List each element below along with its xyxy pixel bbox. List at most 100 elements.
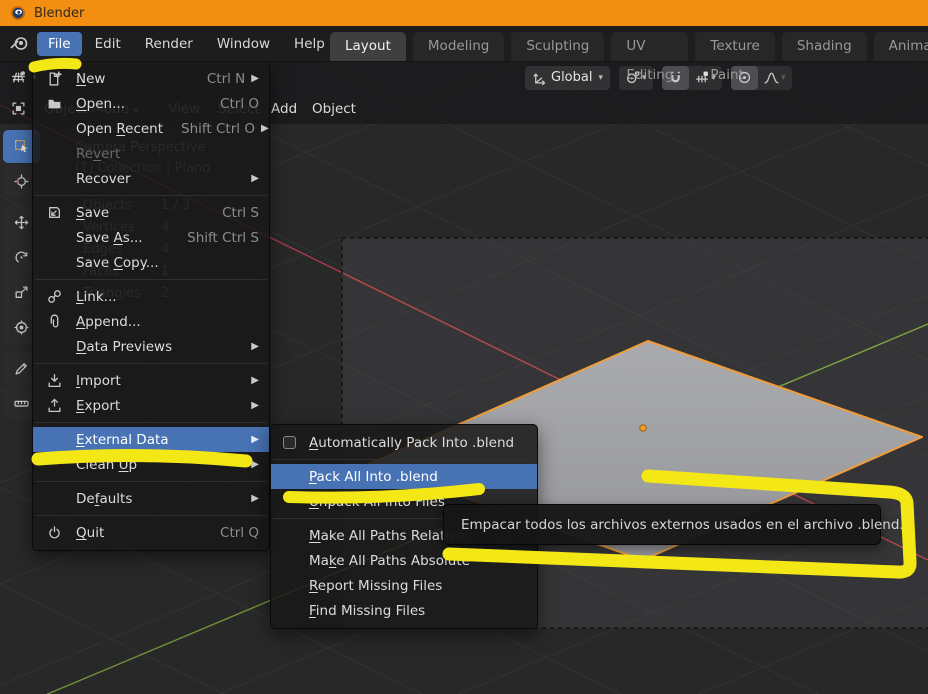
menu-item-label: Find Missing Files [309,602,426,619]
menu-item-label: Open... [76,95,125,112]
menu-item-label: Make All Paths Absolute [309,552,470,569]
menu-item-label: Recover [76,170,131,187]
menu-file[interactable]: File [37,31,82,56]
mode-icon-button[interactable] [4,97,33,121]
menu-separator [35,422,267,423]
cursor-icon [14,174,29,189]
menu-item-label: Pack All Into .blend [309,468,438,485]
file-menu-item-quit[interactable]: Quit Ctrl Q [33,520,269,545]
submenu-arrow-icon: ▶ [251,459,259,470]
tab-sculpting[interactable]: Sculpting [511,32,605,61]
menu-item-label: Make All Paths Relative [309,527,466,544]
add-menu[interactable]: Add [271,101,297,117]
submenu-arrow-icon: ▶ [251,434,259,445]
editor-3d-viewport-icon [11,70,26,85]
file-menu-item-save[interactable]: Save Ctrl S [33,200,269,225]
quit-icon [46,524,62,540]
export-icon [46,397,62,413]
tab-modeling[interactable]: Modeling [412,32,505,61]
menu-help[interactable]: Help [283,32,336,56]
file-menu-dropdown: New Ctrl N ▶ Open... Ctrl O Open Recent Shift … [32,60,270,551]
menu-separator [35,363,267,364]
blender-logo-icon [10,5,26,21]
menu-separator [35,481,267,482]
menu-item-label: Data Previews [76,338,173,355]
tab-layout[interactable]: Layout [330,32,406,61]
menu-separator [35,279,267,280]
tab-texture-paint[interactable]: Texture Paint [695,32,775,83]
move-icon [14,215,29,230]
orientation-label: Global [551,70,593,85]
file-menu-item-recover[interactable]: Recover ▶ [33,166,269,191]
titlebar: Blender [0,0,928,26]
tooltip-text: Empacar todos los archivos externos usad… [461,516,904,533]
measure-icon [14,396,29,411]
blender-menu-icon[interactable] [10,36,29,51]
menu-item-label: Save As... [76,229,143,246]
menu-window[interactable]: Window [206,32,281,56]
tab-shading[interactable]: Shading [781,32,867,61]
menu-item-label: Quit [76,524,105,541]
shortcut-label: Shift Ctrl O [181,120,255,137]
object-menu[interactable]: Object [312,101,356,117]
transform-icon [14,320,29,335]
open-icon [46,95,62,111]
file-menu-item-export[interactable]: Export ▶ [33,393,269,418]
tooltip: Empacar todos los archivos externos usad… [443,504,904,545]
file-menu-item-open[interactable]: Open... Ctrl O [33,91,269,116]
file-menu-item-save-copy[interactable]: Save Copy... [33,250,269,275]
menu-render[interactable]: Render [134,32,204,56]
checkbox-unchecked[interactable] [283,436,296,449]
menu-edit[interactable]: Edit [84,32,132,56]
menu-item-label: Automatically Pack Into .blend [309,434,515,451]
external-data-item-find-missing-files[interactable]: Find Missing Files [271,598,537,623]
shortcut-label: Ctrl O [220,95,259,112]
import-icon [46,372,62,388]
save-icon [46,204,62,220]
file-menu-item-external-data[interactable]: External Data ▶ [33,427,269,452]
object-mode-icon [11,101,26,116]
menu-item-label: Open Recent [76,120,164,137]
external-data-item-pack-all-into-blend[interactable]: Pack All Into .blend [271,464,537,489]
proportional-falloff-dropdown[interactable]: ▾ [758,66,792,90]
submenu-arrow-icon: ▶ [251,73,259,84]
external-data-item-report-missing-files[interactable]: Report Missing Files [271,573,537,598]
shortcut-label: Ctrl S [222,204,259,221]
file-menu-item-defaults[interactable]: Defaults ▶ [33,486,269,511]
window-title: Blender [34,5,85,21]
submenu-arrow-icon: ▶ [251,400,259,411]
menu-item-label: New [76,70,106,87]
file-menu-item-revert: Revert [33,141,269,166]
file-menu-item-open-recent[interactable]: Open Recent Shift Ctrl O ▶ [33,116,269,141]
menu-item-label: Save Copy... [76,254,159,271]
menu-item-label: Defaults [76,490,133,507]
menu-item-label: Report Missing Files [309,577,443,594]
external-data-item-automatically-pack-into-blend[interactable]: Automatically Pack Into .blend [271,430,537,455]
tab-uv-editing[interactable]: UV Editing [611,32,689,83]
file-menu-item-link[interactable]: Link... [33,284,269,309]
submenu-arrow-icon: ▶ [260,123,269,134]
file-menu-item-clean-up[interactable]: Clean Up ▶ [33,452,269,477]
transform-orientation-dropdown[interactable]: Global ▾ [525,65,611,90]
rotate-icon [14,250,29,265]
chevron-down-icon: ▾ [781,72,786,83]
menu-separator [35,195,267,196]
menu-item-label: Import [76,372,121,389]
submenu-arrow-icon: ▶ [251,493,259,504]
file-menu-item-data-previews[interactable]: Data Previews ▶ [33,334,269,359]
file-menu-item-save-as[interactable]: Save As... Shift Ctrl S [33,225,269,250]
menu-item-label: Append... [76,313,141,330]
menu-item-label: External Data [76,431,169,448]
select-box-icon [14,139,29,154]
file-menu-item-append[interactable]: Append... [33,309,269,334]
orientation-axes-icon [532,70,547,85]
menu-item-label: Revert [76,145,121,162]
menu-item-label: Export [76,397,121,414]
file-menu-item-import[interactable]: Import ▶ [33,368,269,393]
menubar: File Edit Render Window Help Layout Modeling S… [0,26,928,83]
blender-window: Camera Perspective (1) Collection | Plan… [0,0,928,694]
file-menu-item-new[interactable]: New Ctrl N ▶ [33,66,269,91]
menu-item-label: Unpack All Into Files [309,493,445,510]
tab-animation[interactable]: Animation [873,32,928,61]
external-data-item-make-all-paths-absolute[interactable]: Make All Paths Absolute [271,548,537,573]
